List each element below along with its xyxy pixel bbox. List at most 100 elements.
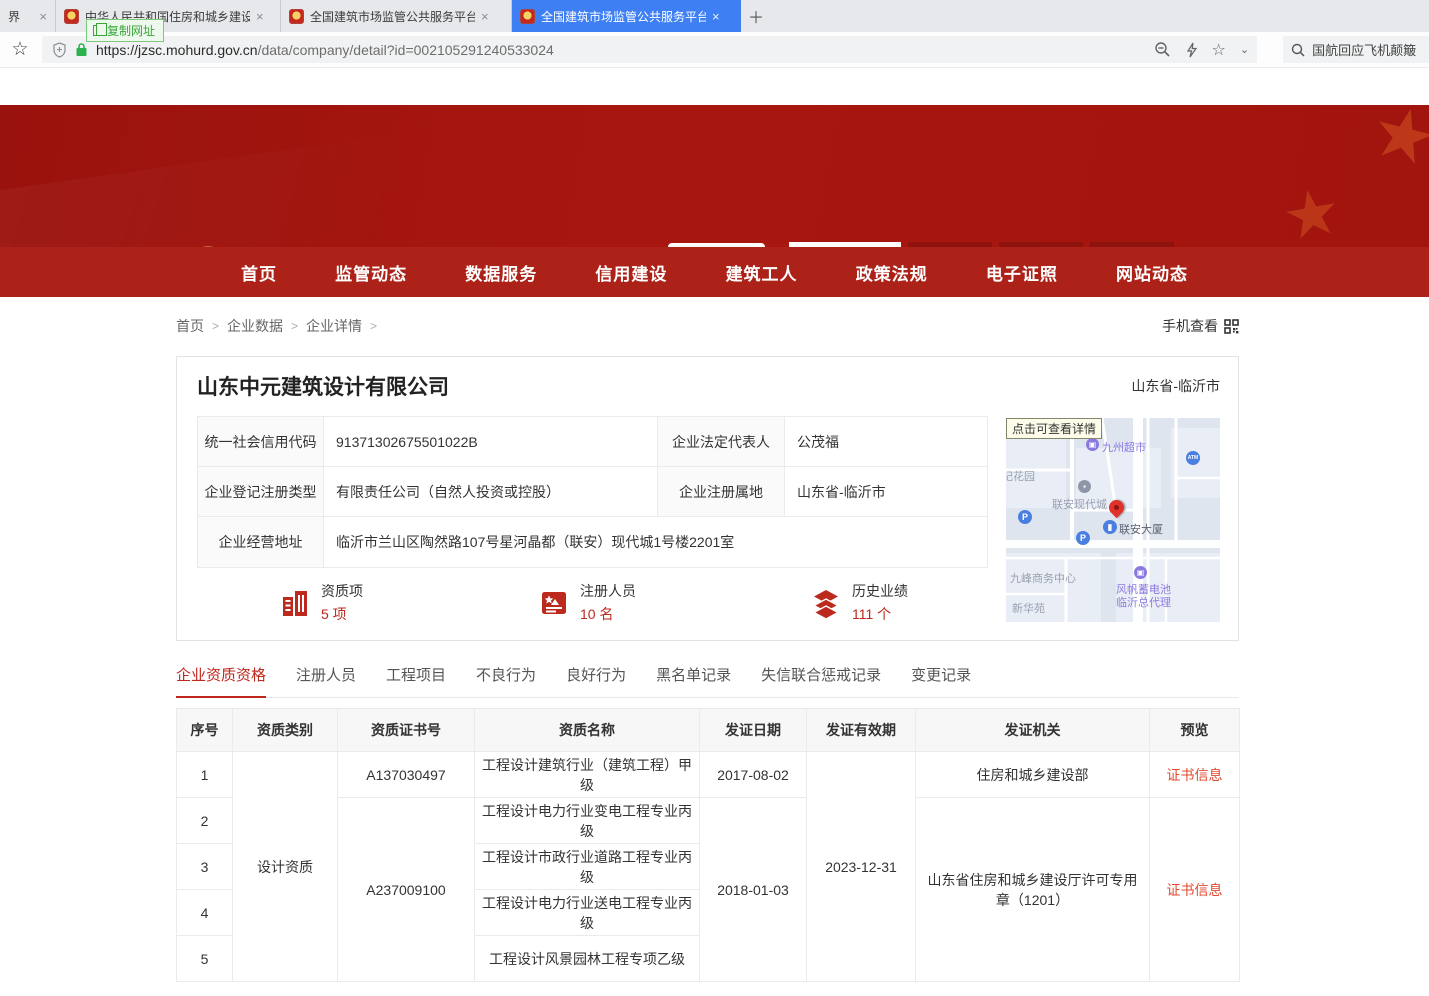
map-marker-parking-icon: P	[1076, 531, 1090, 545]
cell-authority: 山东省住房和城乡建设厅许可专用章（1201）	[916, 798, 1150, 982]
map-marker-modern-city-icon: ▪	[1078, 480, 1091, 493]
tab-registered-personnel[interactable]: 注册人员	[296, 664, 356, 697]
tab-dishonesty-records[interactable]: 失信联合惩戒记录	[761, 664, 881, 697]
copy-icon	[93, 25, 102, 36]
tab-title: 界	[8, 8, 20, 25]
breadcrumb-separator: >	[370, 319, 377, 333]
map-label-business-center: 九峰商务中心	[1010, 570, 1076, 586]
browser-address-bar: ☆ https://jzsc.mohurd.gov.cn/data/compan…	[0, 32, 1429, 68]
page-top-whitespace	[0, 69, 1429, 105]
favorite-star-icon[interactable]: ☆	[1212, 40, 1226, 60]
map-label-garden: 纪花园	[1006, 468, 1035, 484]
mobile-view-label: 手机查看	[1162, 316, 1218, 336]
nav-item-data-service[interactable]: 数据服务	[465, 260, 537, 285]
tab-good-behavior[interactable]: 良好行为	[566, 664, 626, 697]
mobile-view[interactable]: 手机查看	[1162, 316, 1239, 336]
site-favicon-icon	[289, 9, 304, 24]
qualification-table: 序号 资质类别 资质证书号 资质名称 发证日期 发证有效期 发证机关 预览 1 …	[176, 708, 1240, 982]
new-tab-button[interactable]: ＋	[741, 0, 771, 32]
tab-projects[interactable]: 工程项目	[386, 664, 446, 697]
field-value-reg-place: 山东省-临沂市	[785, 467, 988, 517]
site-header-banner: ★ ★ 中华人民共和国住房和城乡建设部www.mohurd.gov.cn 全国建…	[0, 105, 1429, 247]
nav-item-site-news[interactable]: 网站动态	[1116, 260, 1188, 285]
decor-star-icon: ★	[1363, 105, 1429, 184]
cell-seq: 4	[177, 890, 233, 936]
tab-title: 全国建筑市场监管公共服务平台	[310, 8, 475, 25]
secure-lock-icon	[75, 42, 88, 57]
cell-issue-date: 2017-08-02	[700, 752, 807, 798]
building-icon	[279, 587, 311, 619]
cell-issue-date: 2018-01-03	[700, 798, 807, 982]
cell-seq: 3	[177, 844, 233, 890]
map-label-modern-city: 联安现代城	[1052, 496, 1107, 512]
location-map[interactable]: 点击可查看详情 ▣ 九州超市 ATM 纪花园 ▪ 联安现代城 ▮ 联安大厦 P …	[1006, 418, 1220, 622]
field-value-legal-rep: 公茂福	[785, 417, 988, 467]
cell-preview: 证书信息	[1150, 752, 1240, 798]
col-header-authority: 发证机关	[916, 709, 1150, 752]
field-value-reg-type: 有限责任公司（自然人投资或控股）	[324, 467, 658, 517]
map-label-tower: 联安大厦	[1119, 521, 1163, 537]
certificate-info-link[interactable]: 证书信息	[1167, 767, 1223, 783]
tab-close-icon[interactable]: ×	[481, 9, 489, 24]
shield-plus-icon[interactable]	[52, 42, 67, 58]
nav-item-credit[interactable]: 信用建设	[595, 260, 667, 285]
company-region: 山东省-临沂市	[1131, 376, 1220, 396]
cell-seq: 2	[177, 798, 233, 844]
chevron-down-icon[interactable]: ⌄	[1240, 43, 1249, 56]
lightning-icon[interactable]	[1185, 42, 1198, 58]
main-navigation: 首页 监管动态 数据服务 信用建设 建筑工人 政策法规 电子证照 网站动态	[0, 247, 1429, 297]
stat-label: 注册人员	[580, 581, 636, 601]
breadcrumb-home[interactable]: 首页	[176, 316, 204, 336]
field-label: 企业注册属地	[658, 467, 785, 517]
browser-tab-jzsc-1[interactable]: 全国建筑市场监管公共服务平台 ×	[281, 0, 512, 32]
tab-close-icon[interactable]: ×	[712, 9, 720, 24]
url-field[interactable]: https://jzsc.mohurd.gov.cn/data/company/…	[42, 36, 1257, 63]
layers-icon	[810, 587, 842, 619]
col-header-seq: 序号	[177, 709, 233, 752]
tab-close-icon[interactable]: ×	[256, 9, 264, 24]
copy-url-tooltip-text: 复制网址	[107, 22, 155, 39]
cell-qual-name: 工程设计建筑行业（建筑工程）甲级	[475, 752, 700, 798]
company-info-table: 统一社会信用代码 91371302675501022B 企业法定代表人 公茂福 …	[197, 416, 988, 568]
qr-mini-icon[interactable]	[1224, 319, 1239, 334]
col-header-issue-date: 发证日期	[700, 709, 807, 752]
cell-cert-no: A137030497	[338, 752, 475, 798]
breadcrumb-company-data[interactable]: 企业数据	[227, 316, 283, 336]
tab-close-icon[interactable]: ×	[39, 9, 47, 24]
certificate-info-link[interactable]: 证书信息	[1167, 882, 1223, 898]
quick-search-text: 国航回应飞机颠簸	[1312, 40, 1416, 59]
cell-category: 设计资质	[233, 752, 338, 982]
nav-item-policy[interactable]: 政策法规	[856, 260, 928, 285]
nav-item-e-license[interactable]: 电子证照	[986, 260, 1058, 285]
tab-qualifications[interactable]: 企业资质资格	[176, 664, 266, 698]
col-header-preview: 预览	[1150, 709, 1240, 752]
zoom-out-icon[interactable]	[1154, 41, 1171, 58]
bookmark-star-icon[interactable]: ☆	[9, 39, 31, 61]
detail-section-tabs: 企业资质资格 注册人员 工程项目 不良行为 良好行为 黑名单记录 失信联合惩戒记…	[176, 664, 1239, 698]
nav-item-home[interactable]: 首页	[241, 260, 277, 285]
field-value-credit-code: 91371302675501022B	[324, 417, 658, 467]
nav-item-supervision[interactable]: 监管动态	[335, 260, 407, 285]
browser-tab-clipped[interactable]: 界 ×	[0, 0, 56, 32]
map-marker-supermarket-icon: ▣	[1086, 438, 1099, 451]
col-header-cert-no: 资质证书号	[338, 709, 475, 752]
tab-title: 全国建筑市场监管公共服务平台	[541, 8, 706, 25]
field-label: 企业经营地址	[198, 517, 324, 568]
stat-qualifications: 资质项5 项	[279, 581, 363, 624]
field-value-address: 临沂市兰山区陶然路107号星河晶都（联安）现代城1号楼2201室	[324, 517, 988, 568]
tab-change-records[interactable]: 变更记录	[911, 664, 971, 697]
tab-bad-behavior[interactable]: 不良行为	[476, 664, 536, 697]
map-marker-battery-icon: ▣	[1134, 566, 1147, 579]
nav-item-workers[interactable]: 建筑工人	[726, 260, 798, 285]
breadcrumb-company-detail[interactable]: 企业详情	[306, 316, 362, 336]
site-favicon-icon	[64, 9, 79, 24]
tab-blacklist[interactable]: 黑名单记录	[656, 664, 731, 697]
col-header-valid-until: 发证有效期	[807, 709, 916, 752]
table-header-row: 序号 资质类别 资质证书号 资质名称 发证日期 发证有效期 发证机关 预览	[177, 709, 1240, 752]
url-host: https://jzsc.mohurd.gov.cn	[96, 42, 258, 58]
quick-search-box[interactable]: 国航回应飞机颠簸	[1283, 36, 1429, 63]
cell-qual-name: 工程设计电力行业变电工程专业丙级	[475, 798, 700, 844]
breadcrumb-separator: >	[291, 319, 298, 333]
cell-qual-name: 工程设计市政行业道路工程专业丙级	[475, 844, 700, 890]
browser-tab-jzsc-active[interactable]: 全国建筑市场监管公共服务平台 ×	[512, 0, 741, 32]
